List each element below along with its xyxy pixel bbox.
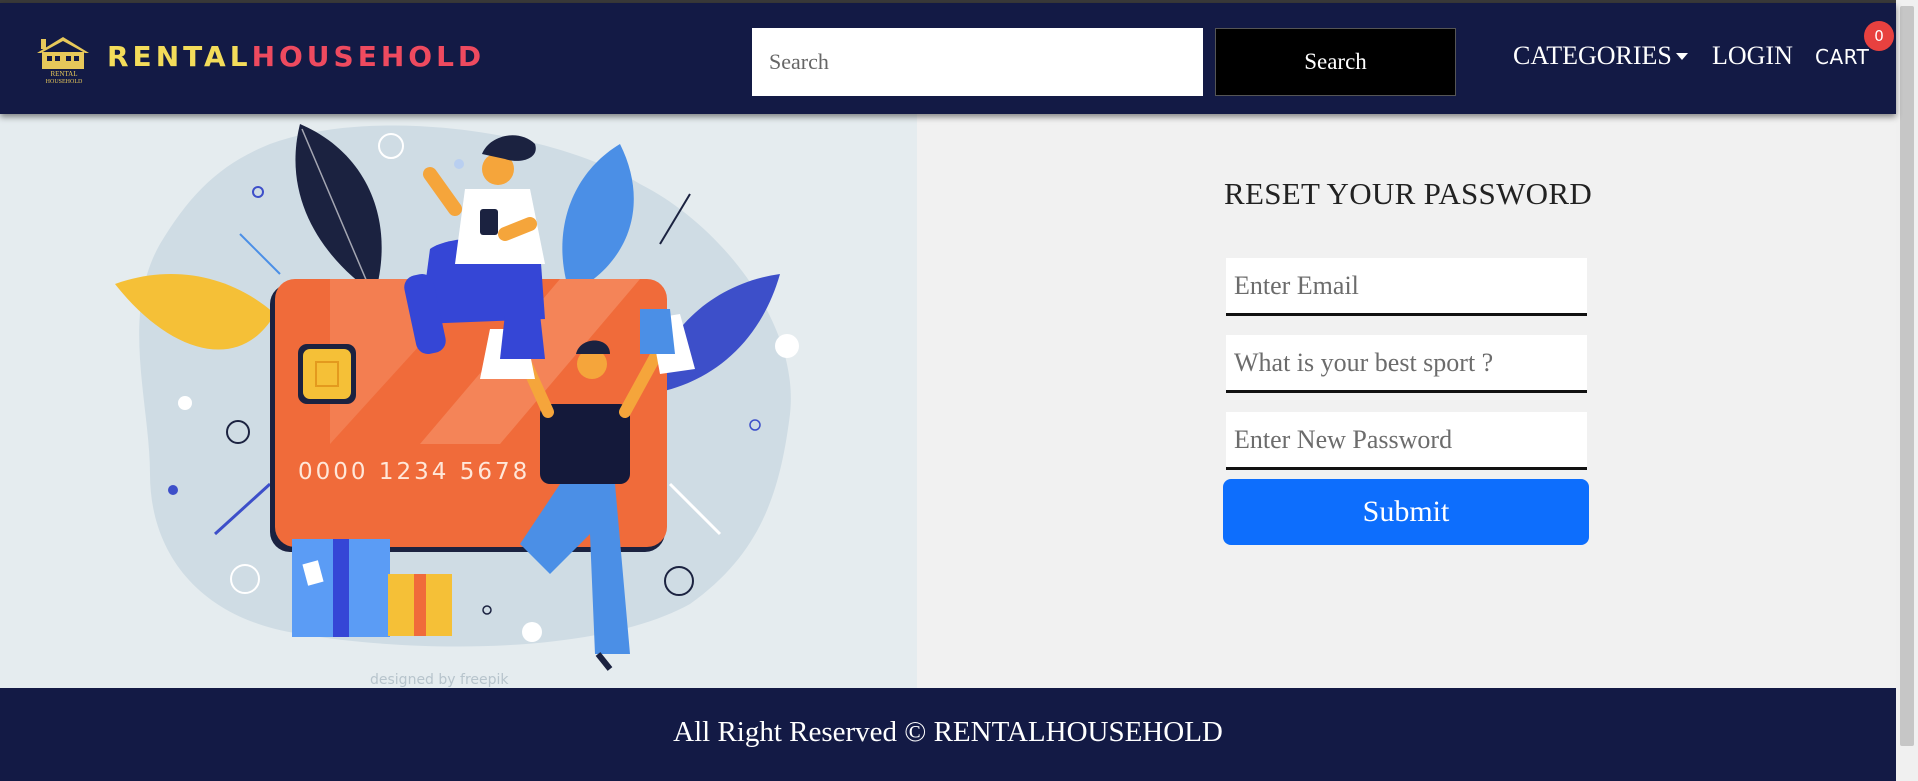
footer-copyright: All Right Reserved © RENTALHOUSEHOLD: [673, 716, 1223, 748]
search-button[interactable]: Search: [1215, 28, 1456, 96]
navbar: RENTAL HOUSEHOLD RENTALHOUSEHOLD Search …: [0, 3, 1896, 114]
submit-button[interactable]: Submit: [1223, 479, 1589, 545]
cart-count-badge: 0: [1864, 21, 1894, 51]
freepik-credit: designed by freepik: [370, 672, 509, 688]
card-number: 0000 1234 5678 9: [298, 459, 558, 485]
vertical-scrollbar[interactable]: [1896, 0, 1918, 781]
illustration-panel: 0000 1234 5678 9 designed by freepik: [0, 114, 917, 688]
search-input[interactable]: [752, 28, 1203, 96]
svg-text:HOUSEHOLD: HOUSEHOLD: [46, 79, 83, 85]
nav-login-link[interactable]: LOGIN: [1712, 41, 1793, 71]
nav-categories-label: CATEGORIES: [1513, 41, 1672, 70]
house-logo-icon[interactable]: RENTAL HOUSEHOLD: [33, 33, 95, 85]
scrollbar-thumb[interactable]: [1900, 6, 1914, 746]
svg-text:RENTAL: RENTAL: [50, 70, 77, 78]
email-field[interactable]: [1226, 258, 1587, 316]
new-password-field[interactable]: [1226, 412, 1587, 470]
payment-illustration: 0000 1234 5678 9 designed by freepik: [115, 124, 799, 688]
footer: All Right Reserved © RENTALHOUSEHOLD: [0, 688, 1896, 781]
caret-down-icon: [1675, 53, 1688, 61]
nav-cart-link[interactable]: CART: [1815, 45, 1869, 69]
page-title: RESET YOUR PASSWORD: [1223, 176, 1593, 211]
brand-name[interactable]: RENTALHOUSEHOLD: [107, 40, 485, 73]
nav-categories-dropdown[interactable]: CATEGORIES: [1513, 41, 1688, 71]
brand-part-household: HOUSEHOLD: [251, 40, 486, 73]
brand-part-rental: RENTAL: [107, 40, 252, 73]
security-question-field[interactable]: [1226, 335, 1587, 393]
